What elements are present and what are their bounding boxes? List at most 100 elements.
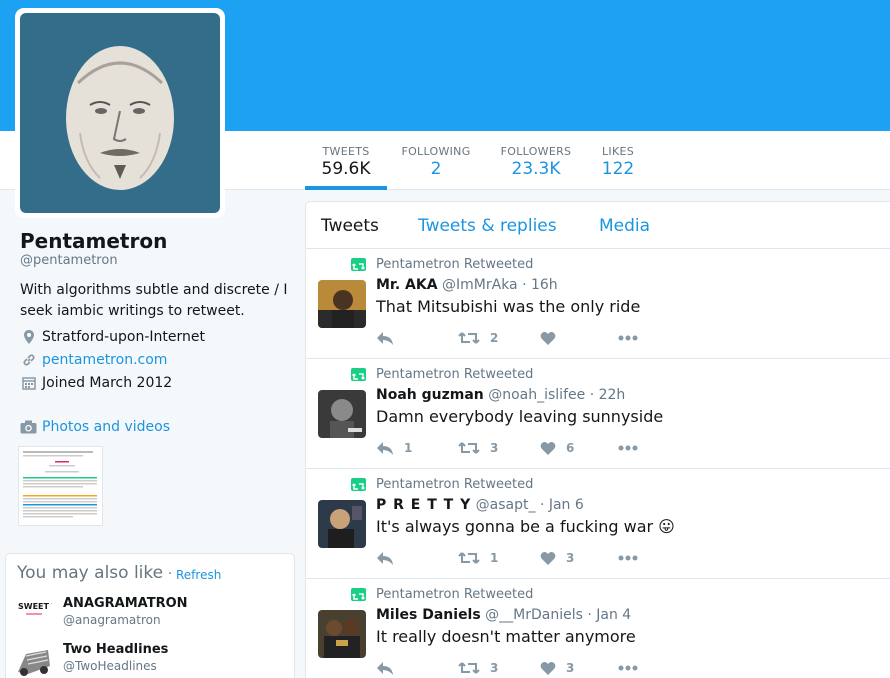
reply-count: 1	[404, 441, 413, 455]
like-button[interactable]: 3	[540, 548, 574, 568]
tweet-avatar[interactable]	[318, 280, 366, 328]
tweet-header: Miles Daniels @__MrDaniels · Jan 4	[376, 607, 631, 623]
tweet[interactable]: Pentametron Retweeted Mr. AKA @ImMrAka ·…	[306, 249, 890, 359]
tweet-avatar[interactable]	[318, 500, 366, 548]
tweet-author-handle[interactable]: @__MrDaniels	[485, 607, 583, 623]
like-button[interactable]: 3	[540, 658, 574, 678]
website-link[interactable]: pentametron.com	[42, 352, 167, 368]
tweet-header: Mr. AKA @ImMrAka · 16h	[376, 277, 558, 293]
suggested-user-name: ANAGRAMATRON	[63, 596, 188, 611]
stat-value: 23.3K	[511, 159, 561, 179]
more-button[interactable]	[618, 438, 638, 458]
suggested-user[interactable]: Two Headlines @TwoHeadlines	[16, 642, 286, 678]
tweet-author-name[interactable]: P R E T T Y	[376, 497, 471, 513]
sweet-tweets-logo: SWEET TWEETS	[16, 596, 88, 632]
tweet-actions: 3 3	[376, 658, 656, 678]
retweet-button[interactable]: 3	[458, 658, 498, 678]
tweet-author-handle[interactable]: @asapt_	[476, 497, 536, 513]
tongue-emoji-icon: 😛	[658, 517, 675, 536]
suggested-user-name: Two Headlines	[63, 642, 169, 657]
retweet-count: 2	[490, 331, 499, 345]
retweet-context[interactable]: Pentametron Retweeted	[376, 477, 533, 492]
tweet-author-handle[interactable]: @ImMrAka	[442, 277, 518, 293]
suggested-user[interactable]: SWEET TWEETS ANAGRAMATRON @anagramatron	[16, 596, 286, 636]
like-count: 3	[566, 551, 575, 565]
retweet-badge-icon	[351, 588, 366, 601]
joined-text: Joined March 2012	[42, 375, 173, 391]
tweet-timestamp[interactable]: · Jan 4	[587, 607, 631, 623]
tab-tweets[interactable]: Tweets	[321, 216, 379, 236]
tweet-timestamp[interactable]: · Jan 6	[540, 497, 584, 513]
stat-followers[interactable]: FOLLOWERS 23.3K	[496, 131, 576, 190]
tweet[interactable]: Pentametron Retweeted Miles Daniels @__M…	[306, 579, 890, 678]
timeline: Tweets Tweets & replies Media Pentametro…	[305, 201, 890, 678]
retweet-context[interactable]: Pentametron Retweeted	[376, 257, 533, 272]
reply-button[interactable]	[376, 328, 404, 348]
profile-handle: @pentametron	[20, 253, 118, 268]
heart-icon	[540, 441, 556, 455]
tweet-author-name[interactable]: Noah guzman	[376, 387, 484, 403]
like-button[interactable]: 6	[540, 438, 574, 458]
retweet-icon	[458, 662, 480, 674]
stat-value: 59.6K	[321, 159, 371, 179]
reply-button[interactable]	[376, 658, 404, 678]
suggested-user-handle: @anagramatron	[63, 613, 161, 627]
tweet-avatar[interactable]	[318, 610, 366, 658]
tweet-author-handle[interactable]: @noah_islifee	[488, 387, 585, 403]
reply-button[interactable]	[376, 548, 404, 568]
tweet-text: That Mitsubishi was the only ride	[376, 297, 641, 316]
stat-likes[interactable]: LIKES 122	[594, 131, 642, 190]
location-pin-icon	[24, 330, 34, 344]
tweet-avatar[interactable]	[318, 390, 366, 438]
retweet-context[interactable]: Pentametron Retweeted	[376, 367, 533, 382]
who-to-follow-panel: You may also like · Refresh SWEET TWEETS…	[5, 553, 295, 678]
profile-name: Pentametron	[20, 229, 168, 253]
photos-videos-link[interactable]: Photos and videos	[20, 419, 170, 435]
profile-joined: Joined March 2012	[22, 375, 172, 391]
tweet-timestamp[interactable]: · 22h	[590, 387, 626, 403]
photo-thumbnail[interactable]	[18, 446, 103, 526]
heart-icon	[540, 551, 556, 565]
stat-label: FOLLOWERS	[500, 145, 572, 158]
reply-icon	[377, 332, 393, 345]
link-icon	[23, 354, 35, 366]
retweet-context[interactable]: Pentametron Retweeted	[376, 587, 533, 602]
newspaper-press-icon	[16, 642, 52, 678]
tweet-timestamp[interactable]: · 16h	[522, 277, 558, 293]
profile-website: pentametron.com	[22, 352, 167, 368]
more-dots-icon	[618, 665, 638, 671]
retweet-icon	[458, 442, 480, 454]
retweet-count: 1	[490, 551, 499, 565]
more-button[interactable]	[618, 658, 638, 678]
tweet-author-name[interactable]: Miles Daniels	[376, 607, 481, 623]
retweet-button[interactable]: 1	[458, 548, 498, 568]
more-button[interactable]	[618, 548, 638, 568]
tweet-header: Noah guzman @noah_islifee · 22h	[376, 387, 625, 403]
photos-label: Photos and videos	[42, 419, 171, 435]
retweet-count: 3	[490, 441, 499, 455]
tweet-actions: 2	[376, 328, 656, 348]
calendar-icon	[22, 377, 36, 390]
more-dots-icon	[618, 445, 638, 451]
refresh-link[interactable]: Refresh	[176, 568, 221, 582]
stat-tweets[interactable]: TWEETS 59.6K	[305, 131, 387, 190]
timeline-tabs: Tweets Tweets & replies Media	[306, 202, 890, 249]
retweet-button[interactable]: 3	[458, 438, 498, 458]
reply-icon	[377, 662, 393, 675]
tab-media[interactable]: Media	[599, 216, 650, 236]
tweet[interactable]: Pentametron Retweeted P R E T T Y @asapt…	[306, 469, 890, 579]
tweet-author-name[interactable]: Mr. AKA	[376, 277, 438, 293]
retweet-button[interactable]: 2	[458, 328, 498, 348]
retweet-badge-icon	[351, 258, 366, 271]
more-button[interactable]	[618, 328, 638, 348]
stat-following[interactable]: FOLLOWING 2	[396, 131, 476, 190]
retweet-count: 3	[490, 661, 499, 675]
tweet[interactable]: Pentametron Retweeted Noah guzman @noah_…	[306, 359, 890, 469]
tab-tweets-replies[interactable]: Tweets & replies	[418, 216, 557, 236]
stat-label: LIKES	[601, 145, 635, 158]
like-button[interactable]	[540, 328, 566, 348]
reply-button[interactable]: 1	[376, 438, 412, 458]
tweet-header: P R E T T Y @asapt_ · Jan 6	[376, 497, 584, 513]
profile-avatar[interactable]	[15, 8, 225, 218]
tweet-text-row: It's always gonna be a fucking war 😛	[376, 517, 675, 536]
